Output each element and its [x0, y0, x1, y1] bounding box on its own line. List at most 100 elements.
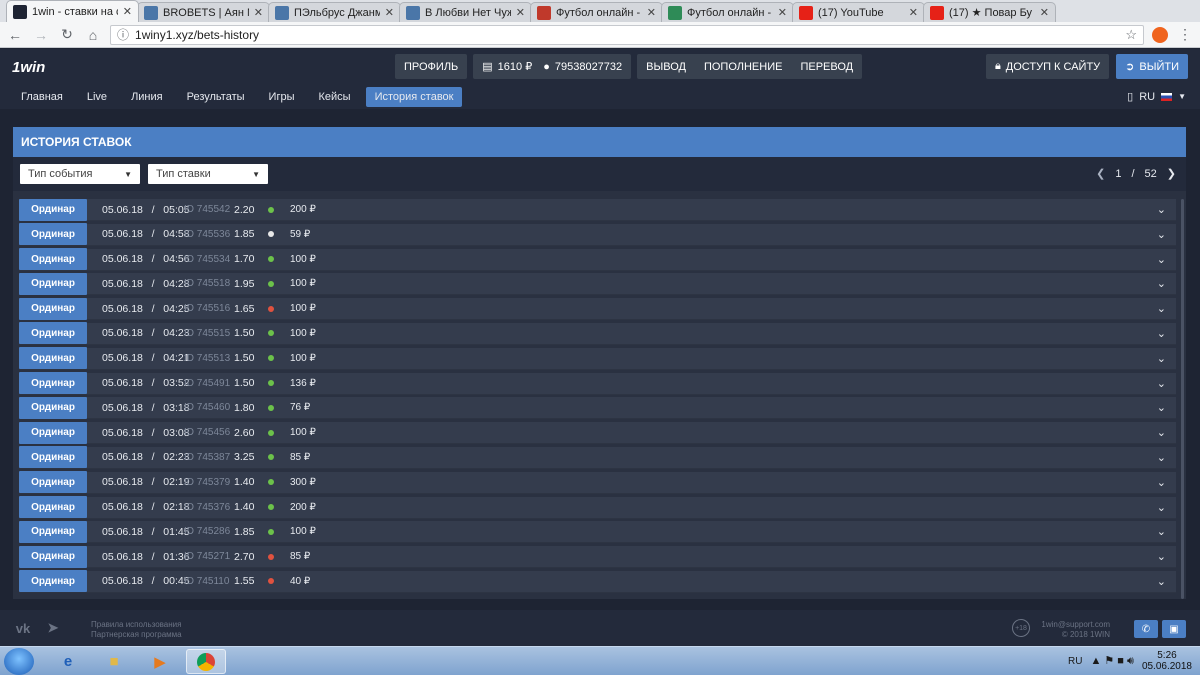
close-tab-icon[interactable]: ✕ [254, 6, 263, 19]
bet-type-button[interactable]: Ординар [19, 198, 87, 221]
nav-item[interactable]: Линия [122, 87, 172, 107]
browser-tab[interactable]: (17) YouTube ✕ [792, 2, 925, 22]
bet-row[interactable]: Ординар 05.06.18 / 01:45 ID 745286 1.85 100 … [19, 520, 1176, 544]
expand-chevron-icon[interactable]: ⌄ [1157, 550, 1166, 563]
expand-chevron-icon[interactable]: ⌄ [1157, 525, 1166, 538]
bet-row[interactable]: Ординар 05.06.18 / 04:23 ID 745515 1.50 100 … [19, 322, 1176, 345]
chrome-icon[interactable] [186, 649, 226, 674]
close-tab-icon[interactable]: ✕ [385, 6, 394, 19]
expand-chevron-icon[interactable]: ⌄ [1157, 352, 1166, 365]
partner-link[interactable]: Партнерская программа [91, 630, 182, 640]
vk-icon[interactable]: vk [14, 620, 32, 636]
ie-icon[interactable]: e [48, 649, 88, 674]
expand-chevron-icon[interactable]: ⌄ [1157, 327, 1166, 340]
support-email[interactable]: 1win@support.com [1041, 620, 1110, 630]
bet-type-button[interactable]: Ординар [19, 272, 87, 295]
bet-type-button[interactable]: Ординар [19, 297, 87, 320]
bet-row[interactable]: Ординар 05.06.18 / 02:23 ID 745387 3.25 85 ₽… [19, 446, 1176, 469]
bet-type-button[interactable]: Ординар [19, 421, 87, 444]
expand-chevron-icon[interactable]: ⌄ [1157, 377, 1166, 390]
mobile-icon[interactable]: ▯ [1127, 90, 1133, 103]
browser-tab[interactable]: Футбол онлайн - Рез ✕ [530, 2, 663, 22]
bet-type-button[interactable]: Ординар [19, 248, 87, 271]
nav-item[interactable]: Live [78, 87, 116, 107]
browser-tab[interactable]: (17) ★ Повар Бу ✕ [923, 2, 1056, 22]
clock[interactable]: 5:26 05.06.2018 [1142, 650, 1192, 672]
expand-chevron-icon[interactable]: ⌄ [1157, 302, 1166, 315]
bet-row[interactable]: Ординар 05.06.18 / 05:05 ID 745542 2.20 200 … [19, 198, 1176, 221]
rules-link[interactable]: Правила использования [91, 620, 182, 630]
transfer-button[interactable]: ПЕРЕВОД [791, 61, 862, 73]
site-access-button[interactable]: 🔒︎ ДОСТУП К САЙТУ [985, 54, 1110, 79]
withdraw-button[interactable]: ВЫВОД [637, 61, 695, 73]
bet-type-button[interactable]: Ординар [19, 471, 87, 494]
browser-tab[interactable]: 1win - ставки на спо ✕ [6, 0, 139, 22]
browser-tab[interactable]: Футбол онлайн - смо ✕ [661, 2, 794, 22]
logout-button[interactable]: ➲ ВЫЙТИ [1116, 54, 1188, 79]
expand-chevron-icon[interactable]: ⌄ [1157, 401, 1166, 414]
bet-row[interactable]: Ординар 05.06.18 / 00:45 ID 745110 1.55 40 ₽… [19, 570, 1176, 593]
close-tab-icon[interactable]: ✕ [123, 5, 132, 18]
forward-icon[interactable]: → [32, 26, 50, 44]
bet-row[interactable]: Ординар 05.06.18 / 03:08 ID 745456 2.60 100 … [19, 421, 1176, 445]
close-tab-icon[interactable]: ✕ [647, 6, 656, 19]
tray-icons[interactable]: ▲ ⚑ ■ 🔊︎ [1090, 654, 1134, 668]
telegram-icon[interactable]: ➤ [44, 620, 62, 636]
expand-chevron-icon[interactable]: ⌄ [1157, 501, 1166, 514]
nav-item[interactable]: История ставок [365, 87, 463, 107]
expand-chevron-icon[interactable]: ⌄ [1157, 228, 1166, 241]
close-tab-icon[interactable]: ✕ [909, 6, 918, 19]
bet-type-button[interactable]: Ординар [19, 396, 87, 419]
profile-button[interactable]: ПРОФИЛЬ [395, 54, 468, 79]
bet-row[interactable]: Ординар 05.06.18 / 04:28 ID 745518 1.95 100 … [19, 272, 1176, 296]
bet-row[interactable]: Ординар 05.06.18 / 04:56 ID 745534 1.70 100 … [19, 248, 1176, 271]
expand-chevron-icon[interactable]: ⌄ [1157, 451, 1166, 464]
expand-chevron-icon[interactable]: ⌄ [1157, 476, 1166, 489]
language-selector[interactable]: ▯ RU ▼ [1127, 90, 1186, 104]
bet-type-button[interactable]: Ординар [19, 520, 87, 543]
prev-page-icon[interactable]: ❮ [1096, 167, 1105, 180]
folder-icon[interactable]: ■ [94, 649, 134, 674]
next-page-icon[interactable]: ❯ [1167, 167, 1176, 180]
bet-type-button[interactable]: Ординар [19, 347, 87, 370]
event-type-select[interactable]: Тип события ▼ [20, 164, 140, 184]
bet-type-button[interactable]: Ординар [19, 496, 87, 519]
bet-type-button[interactable]: Ординар [19, 446, 87, 469]
bet-row[interactable]: Ординар 05.06.18 / 03:18 ID 745460 1.80 76 ₽… [19, 396, 1176, 420]
bet-row[interactable]: Ординар 05.06.18 / 04:58 ID 745536 1.85 59 ₽… [19, 223, 1176, 246]
start-button[interactable] [4, 648, 34, 675]
phone-icon[interactable]: ✆ [1134, 620, 1158, 638]
account-info[interactable]: ▤ 1610 ₽ ● 79538027732 [473, 54, 632, 79]
bet-row[interactable]: Ординар 05.06.18 / 01:36 ID 745271 2.70 85 ₽… [19, 545, 1176, 569]
bet-row[interactable]: Ординар 05.06.18 / 03:52 ID 745491 1.50 136 … [19, 372, 1176, 395]
deposit-button[interactable]: ПОПОЛНЕНИЕ [695, 61, 792, 73]
expand-chevron-icon[interactable]: ⌄ [1157, 426, 1166, 439]
expand-chevron-icon[interactable]: ⌄ [1157, 575, 1166, 588]
info-icon[interactable]: ⓘ [117, 26, 129, 43]
bet-type-button[interactable]: Ординар [19, 223, 87, 246]
nav-item[interactable]: Игры [260, 87, 304, 107]
site-logo[interactable]: 1win [12, 59, 72, 76]
bet-row[interactable]: Ординар 05.06.18 / 02:18 ID 745376 1.40 200 … [19, 496, 1176, 519]
scrollbar[interactable] [1181, 199, 1184, 599]
expand-chevron-icon[interactable]: ⌄ [1157, 203, 1166, 216]
back-icon[interactable]: ← [6, 26, 24, 44]
close-tab-icon[interactable]: ✕ [778, 6, 787, 19]
menu-icon[interactable]: ⋮ [1176, 26, 1194, 44]
nav-item[interactable]: Главная [12, 87, 72, 107]
nav-item[interactable]: Кейсы [310, 87, 360, 107]
expand-chevron-icon[interactable]: ⌄ [1157, 277, 1166, 290]
bet-type-button[interactable]: Ординар [19, 570, 87, 593]
bet-type-button[interactable]: Ординар [19, 322, 87, 345]
bet-type-select[interactable]: Тип ставки ▼ [148, 164, 268, 184]
bet-type-button[interactable]: Ординар [19, 545, 87, 568]
extension-icon[interactable] [1152, 26, 1168, 43]
bet-row[interactable]: Ординар 05.06.18 / 04:21 ID 745513 1.50 100 … [19, 347, 1176, 370]
bet-row[interactable]: Ординар 05.06.18 / 02:19 ID 745379 1.40 300 … [19, 471, 1176, 494]
keyboard-language[interactable]: RU [1068, 656, 1082, 667]
reload-icon[interactable]: ↻ [58, 26, 76, 44]
browser-tab[interactable]: ПЭльбрус Джанмирз ✕ [268, 2, 401, 22]
nav-item[interactable]: Результаты [178, 87, 254, 107]
bet-type-button[interactable]: Ординар [19, 372, 87, 395]
bet-row[interactable]: Ординар 05.06.18 / 04:25 ID 745516 1.65 100 … [19, 297, 1176, 321]
